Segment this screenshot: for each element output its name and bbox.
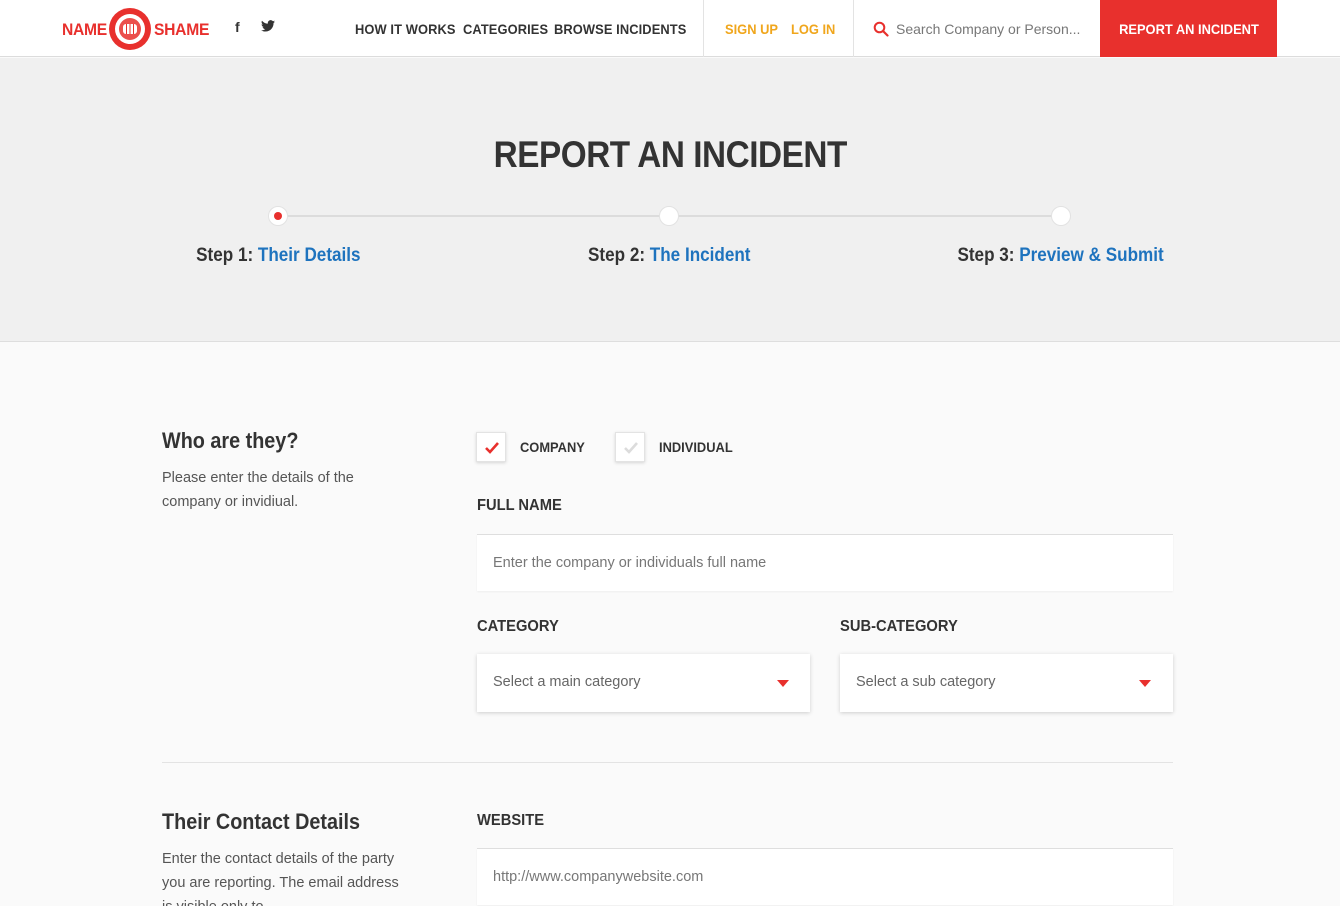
caret-down-icon bbox=[777, 680, 789, 687]
checkmark-icon bbox=[624, 442, 638, 454]
full-name-input[interactable] bbox=[477, 534, 1173, 591]
step-3-label[interactable]: Step 3: Preview & Submit bbox=[881, 245, 1241, 267]
header-divider bbox=[703, 0, 704, 57]
full-name-label: FULL NAME bbox=[477, 497, 562, 514]
company-checkbox[interactable] bbox=[476, 432, 506, 462]
logo-name-text: NAME bbox=[62, 20, 107, 39]
contact-section-description: Enter the contact details of the party y… bbox=[162, 851, 399, 906]
facebook-icon[interactable]: f bbox=[235, 19, 240, 35]
step-1-name: Their Details bbox=[257, 245, 361, 266]
individual-checkbox[interactable] bbox=[615, 432, 645, 462]
sub-category-select-value: Select a sub category bbox=[856, 674, 996, 690]
category-label: CATEGORY bbox=[477, 618, 559, 635]
step-1-label[interactable]: Step 1: Their Details bbox=[98, 245, 458, 267]
search-input[interactable] bbox=[896, 17, 1091, 41]
category-select-value: Select a main category bbox=[493, 674, 641, 690]
step-progress-line bbox=[278, 215, 669, 217]
step-2-name: The Incident bbox=[649, 245, 751, 266]
website-input[interactable] bbox=[477, 848, 1173, 905]
sign-up-link[interactable]: SIGN UP bbox=[725, 21, 778, 37]
checkmark-icon bbox=[485, 442, 499, 454]
step-3-marker[interactable] bbox=[1051, 206, 1071, 226]
search-icon[interactable] bbox=[873, 21, 889, 37]
nav-how-it-works[interactable]: HOW IT WORKS bbox=[355, 21, 456, 37]
company-checkbox-label[interactable]: COMPANY bbox=[520, 439, 591, 455]
step-1-marker-active[interactable] bbox=[268, 206, 288, 226]
step-2-marker[interactable] bbox=[659, 206, 679, 226]
nav-browse-incidents[interactable]: BROWSE INCIDENTS bbox=[554, 21, 686, 37]
step-3-prefix: Step 3: bbox=[957, 245, 1020, 266]
step-2-label[interactable]: Step 2: The Incident bbox=[489, 245, 849, 267]
step-progress-line bbox=[669, 215, 1061, 217]
steps-hero: REPORT AN INCIDENT Step 1: Their Details… bbox=[0, 58, 1340, 342]
site-logo[interactable]: NAME SHAME bbox=[62, 6, 212, 52]
page-title: REPORT AN INCIDENT bbox=[493, 134, 847, 175]
individual-checkbox-label[interactable]: INDIVIDUAL bbox=[659, 439, 739, 455]
log-in-link[interactable]: LOG IN bbox=[791, 21, 835, 37]
twitter-icon[interactable] bbox=[261, 20, 275, 32]
contact-section-title: Their Contact Details bbox=[162, 809, 361, 834]
site-header: NAME SHAME f HOW IT WORKS CATEGORIES BRO… bbox=[0, 0, 1340, 57]
nav-categories[interactable]: CATEGORIES bbox=[463, 21, 548, 37]
report-incident-button[interactable]: REPORT AN INCIDENT bbox=[1100, 0, 1277, 57]
step-2-prefix: Step 2: bbox=[587, 245, 650, 266]
who-section-title: Who are they? bbox=[162, 428, 299, 453]
fist-seal-icon bbox=[109, 8, 151, 50]
step-1-prefix: Step 1: bbox=[195, 245, 258, 266]
category-select[interactable]: Select a main category bbox=[477, 654, 810, 712]
logo-shame-text: SHAME bbox=[154, 20, 210, 39]
sub-category-select[interactable]: Select a sub category bbox=[840, 654, 1173, 712]
website-label: WEBSITE bbox=[477, 812, 545, 829]
section-divider bbox=[162, 762, 1173, 763]
step-3-name: Preview & Submit bbox=[1019, 245, 1165, 266]
sub-category-label: SUB-CATEGORY bbox=[840, 618, 958, 635]
caret-down-icon bbox=[1139, 680, 1151, 687]
report-incident-button-label: REPORT AN INCIDENT bbox=[1118, 20, 1259, 37]
who-section-description: Please enter the details of the company … bbox=[162, 470, 354, 510]
header-divider bbox=[853, 0, 854, 57]
